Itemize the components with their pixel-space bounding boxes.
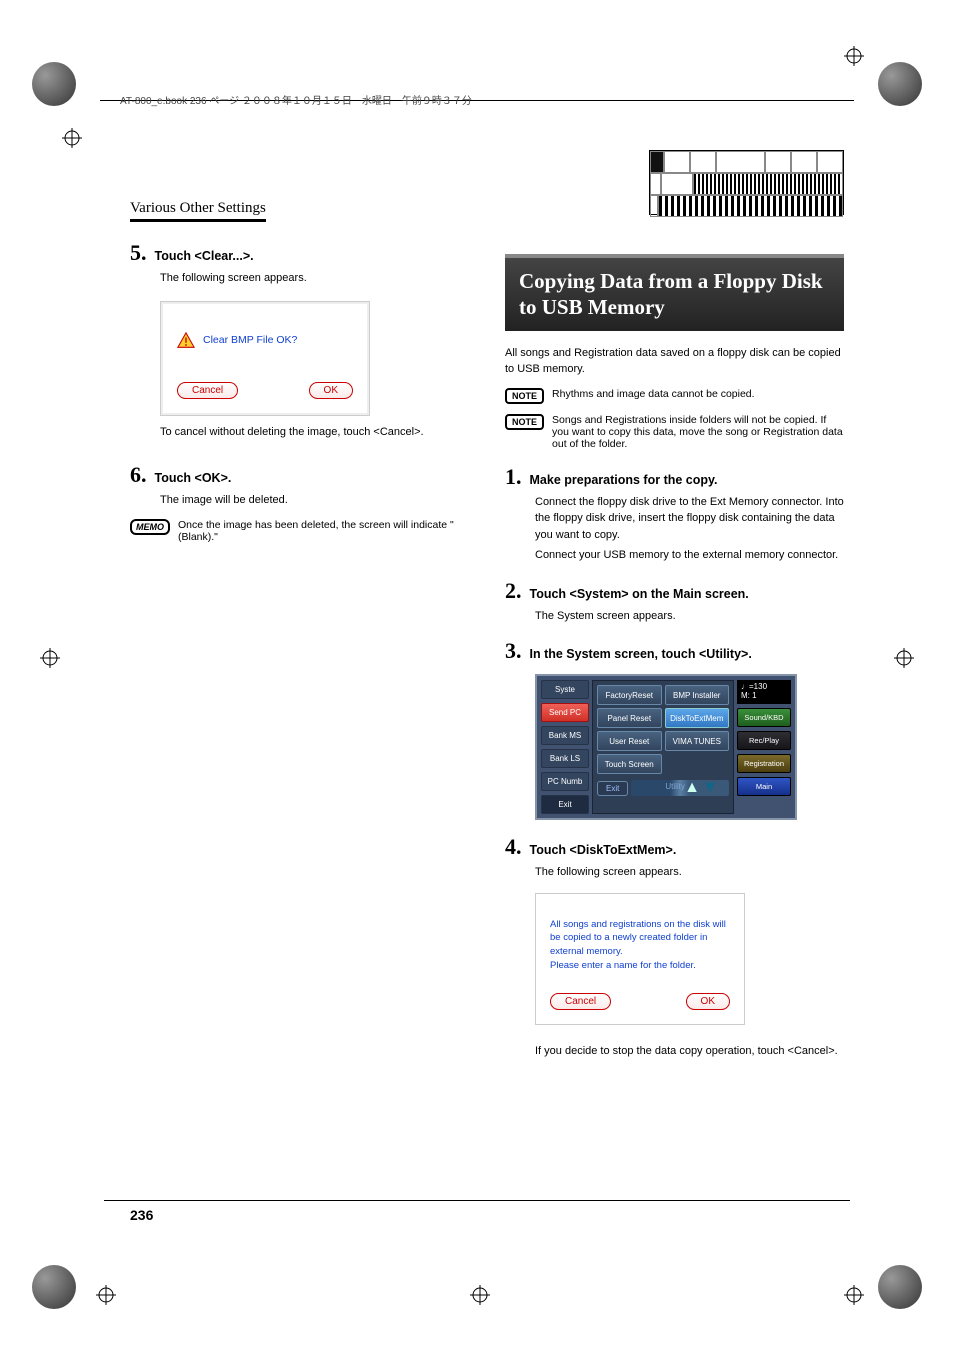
exit-button[interactable]: Exit xyxy=(597,781,628,796)
exit-button[interactable]: Exit xyxy=(541,795,589,814)
step-body: To cancel without deleting the image, to… xyxy=(160,424,469,441)
step-body: Connect your USB memory to the external … xyxy=(535,547,844,564)
step-number: 4. xyxy=(505,834,522,860)
panel-reset-button[interactable]: Panel Reset xyxy=(597,708,662,728)
sys-tab-bankls[interactable]: Bank LS xyxy=(541,749,589,768)
step-number: 5. xyxy=(130,240,147,266)
tempo-indicator: ♩=130 M: 1 xyxy=(737,680,791,704)
vima-tunes-button[interactable]: VIMA TUNES xyxy=(665,731,730,751)
sys-tab-pcnumb[interactable]: PC Numb xyxy=(541,772,589,791)
main-button[interactable]: Main xyxy=(737,777,791,796)
memo-label: MEMO xyxy=(130,519,170,535)
step-body: Connect the floppy disk drive to the Ext… xyxy=(535,494,844,544)
ok-button[interactable]: OK xyxy=(686,993,730,1010)
step-body: The System screen appears. xyxy=(535,608,844,625)
registration-button[interactable]: Registration xyxy=(737,754,791,773)
touch-screen-button[interactable]: Touch Screen xyxy=(597,754,662,774)
step-number: 1. xyxy=(505,464,522,490)
footer-rule xyxy=(104,1200,850,1201)
arrow-up-icon[interactable]: ▲ xyxy=(685,781,699,795)
arrow-down-icon[interactable]: ▼ xyxy=(703,781,717,795)
step-body: The following screen appears. xyxy=(160,270,469,287)
bmp-installer-button[interactable]: BMP Installer xyxy=(665,685,730,705)
step-title: Touch <System> on the Main screen. xyxy=(530,587,749,601)
step-number: 3. xyxy=(505,638,522,664)
registration-mark-icon xyxy=(844,46,864,66)
sys-tab-system[interactable]: Syste xyxy=(541,680,589,699)
clear-bmp-dialog: Clear BMP File OK? Cancel OK xyxy=(160,301,370,416)
rec-play-button[interactable]: Rec/Play xyxy=(737,731,791,750)
registration-mark-icon xyxy=(470,1285,490,1305)
step-title: In the System screen, touch <Utility>. xyxy=(530,647,752,661)
registration-mark-icon xyxy=(894,648,914,668)
print-mark-circle xyxy=(878,62,922,106)
intro-text: All songs and Registration data saved on… xyxy=(505,345,844,378)
registration-mark-icon xyxy=(96,1285,116,1305)
page-number: 236 xyxy=(130,1207,153,1223)
cancel-button[interactable]: Cancel xyxy=(550,993,611,1010)
registration-mark-icon xyxy=(62,128,82,148)
warning-icon xyxy=(177,332,195,348)
step-number: 2. xyxy=(505,578,522,604)
ok-button[interactable]: OK xyxy=(309,382,353,399)
chapter-heading: Copying Data from a Floppy Disk to USB M… xyxy=(505,254,844,331)
disk-to-ext-mem-button[interactable]: DiskToExtMem xyxy=(665,708,730,728)
utility-tab-label: Utility xyxy=(665,782,685,791)
section-header: Various Other Settings xyxy=(130,200,266,222)
book-meta-text: AT-800_e.book 236 ページ ２００８年１０月１５日 水曜日 午前… xyxy=(120,92,472,107)
step-body: The following screen appears. xyxy=(535,864,844,881)
factory-reset-button[interactable]: FactoryReset xyxy=(597,685,662,705)
dialog-message: All songs and registrations on the disk … xyxy=(550,918,730,973)
sys-tab-sendpc[interactable]: Send PC xyxy=(541,703,589,722)
tab-strip[interactable]: Utility ▲ ▼ xyxy=(631,780,729,796)
step-title: Touch <OK>. xyxy=(155,471,232,485)
step-body: If you decide to stop the data copy oper… xyxy=(535,1043,844,1060)
system-utility-screen: Syste Send PC Bank MS Bank LS PC Numb Ex… xyxy=(535,674,797,820)
step-title: Touch <DiskToExtMem>. xyxy=(530,843,677,857)
step-body: The image will be deleted. xyxy=(160,492,469,509)
memo-text: Once the image has been deleted, the scr… xyxy=(178,519,469,543)
step-title: Make preparations for the copy. xyxy=(530,473,718,487)
step-title: Touch <Clear...>. xyxy=(155,249,254,263)
note-text: Rhythms and image data cannot be copied. xyxy=(552,388,755,400)
sound-kbd-button[interactable]: Sound/KBD xyxy=(737,708,791,727)
registration-mark-icon xyxy=(40,648,60,668)
disk-to-ext-mem-dialog: All songs and registrations on the disk … xyxy=(535,893,745,1025)
step-number: 6. xyxy=(130,462,147,488)
print-mark-circle xyxy=(32,1265,76,1309)
user-reset-button[interactable]: User Reset xyxy=(597,731,662,751)
dialog-message: Clear BMP File OK? xyxy=(203,334,297,346)
registration-mark-icon xyxy=(844,1285,864,1305)
note-text: Songs and Registrations inside folders w… xyxy=(552,414,844,450)
sys-tab-bankms[interactable]: Bank MS xyxy=(541,726,589,745)
print-mark-circle xyxy=(32,62,76,106)
note-label: NOTE xyxy=(505,388,544,404)
cancel-button[interactable]: Cancel xyxy=(177,382,238,399)
note-label: NOTE xyxy=(505,414,544,430)
print-mark-circle xyxy=(878,1265,922,1309)
